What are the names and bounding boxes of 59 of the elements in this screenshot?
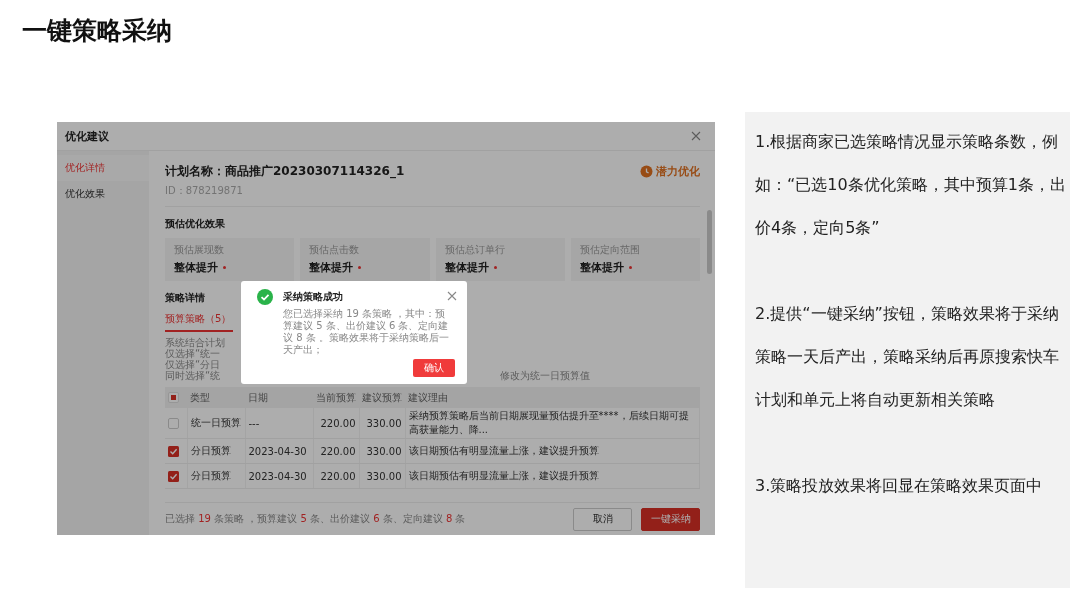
table-cell: 220.00 xyxy=(313,408,359,439)
table-cell: 220.00 xyxy=(313,438,359,464)
table-cell: 该日期预估有明显流量上涨，建议提升预算 xyxy=(405,438,700,464)
column-header: 当前预算 xyxy=(313,387,359,408)
modal-title: 采纳策略成功 xyxy=(283,290,343,304)
table-cell: --- xyxy=(245,408,313,439)
sidebar-item[interactable]: 优化详情 xyxy=(57,155,149,181)
checkbox[interactable] xyxy=(168,470,179,482)
close-icon[interactable] xyxy=(447,291,457,301)
close-icon[interactable] xyxy=(691,131,701,141)
scrollbar[interactable] xyxy=(707,210,712,274)
column-header: 日期 xyxy=(245,387,313,408)
note-paragraph: 2.提供“一键采纳”按钮，策略效果将于采纳策略一天后产出，策略采纳后再原搜索快车计划和单元上将自动更新相关策略 xyxy=(755,303,1060,411)
dialog-title: 优化建议 xyxy=(65,128,109,144)
plan-name: 计划名称：商品推广20230307114326_1 xyxy=(165,163,405,180)
confirm-button[interactable]: 确认 xyxy=(413,359,455,377)
table-cell: 220.00 xyxy=(313,463,359,489)
table-cell: 采纳预算策略后当前日期展现量预估提升至****，后续日期可提高获量能力、降... xyxy=(405,408,700,439)
checkbox[interactable] xyxy=(168,392,179,403)
tab[interactable]: 预算策略（5） xyxy=(165,312,234,332)
table-cell: 统一日预算 xyxy=(187,408,245,439)
note-text: 同时选择“统 xyxy=(165,370,222,381)
note-paragraph: 1.根据商家已选策略情况显示策略条数，例如：“已选10条优化策略，其中预算1条，出价4条，定向5条” xyxy=(755,131,1066,239)
dot-icon xyxy=(223,266,226,269)
selection-summary: 已选择 19 条策略 ，预算建议 5 条、出价建议 6 条、定向建议 8 条 xyxy=(165,512,466,526)
estimate-value: 整体提升 xyxy=(579,260,624,275)
check-circle-icon xyxy=(257,289,273,305)
note-text: 仅选择“分日 xyxy=(165,359,222,370)
note-text: 系统结合计划 xyxy=(165,337,225,348)
table-cell: 330.00 xyxy=(359,408,405,439)
cancel-button[interactable]: 取消 xyxy=(573,507,632,531)
table-cell: 该日期预估有明显流量上涨，建议提升预算 xyxy=(405,463,700,489)
checkbox[interactable] xyxy=(168,417,179,429)
dot-icon xyxy=(628,266,632,269)
estimate-value: 整体提升 xyxy=(174,260,218,275)
adopt-button[interactable]: 一键采纳 xyxy=(641,507,700,531)
table-cell: 分日预算 xyxy=(187,438,245,464)
dot-icon xyxy=(493,266,497,269)
sidebar-item[interactable]: 优化效果 xyxy=(57,181,149,207)
checkbox[interactable] xyxy=(168,445,179,457)
dot-icon xyxy=(358,266,362,269)
note-paragraph: 3.策略投放效果将回显在策略效果页面中 xyxy=(755,475,1044,497)
table-cell: 2023-04-30 xyxy=(245,463,313,489)
plan-id: ID：878219871 xyxy=(165,180,700,207)
column-header: 类型 xyxy=(187,387,245,408)
slide-title: 一键策略采纳 xyxy=(21,15,173,47)
table-cell: 分日预算 xyxy=(187,463,245,489)
estimate-value: 整体提升 xyxy=(309,260,354,275)
badge-label: 潜力优化 xyxy=(656,164,700,179)
column-header: 建议理由 xyxy=(405,387,700,408)
section-heading: 预估优化效果 xyxy=(165,217,225,231)
section-heading: 策略详情 xyxy=(165,291,205,305)
modal-message: 您已选择采纳 19 条策略 ，其中：预算建议 5 条、出价建议 6 条、定向建议 8 条 。策略效果将于采纳策略后一天产出； xyxy=(283,308,450,356)
table-cell: 330.00 xyxy=(359,463,405,489)
estimate-value: 整体提升 xyxy=(444,260,489,275)
table-cell: 2023-04-30 xyxy=(245,438,313,464)
clock-icon xyxy=(640,165,653,178)
table-cell: 330.00 xyxy=(359,438,405,464)
column-header: 建议预算 xyxy=(359,387,405,408)
